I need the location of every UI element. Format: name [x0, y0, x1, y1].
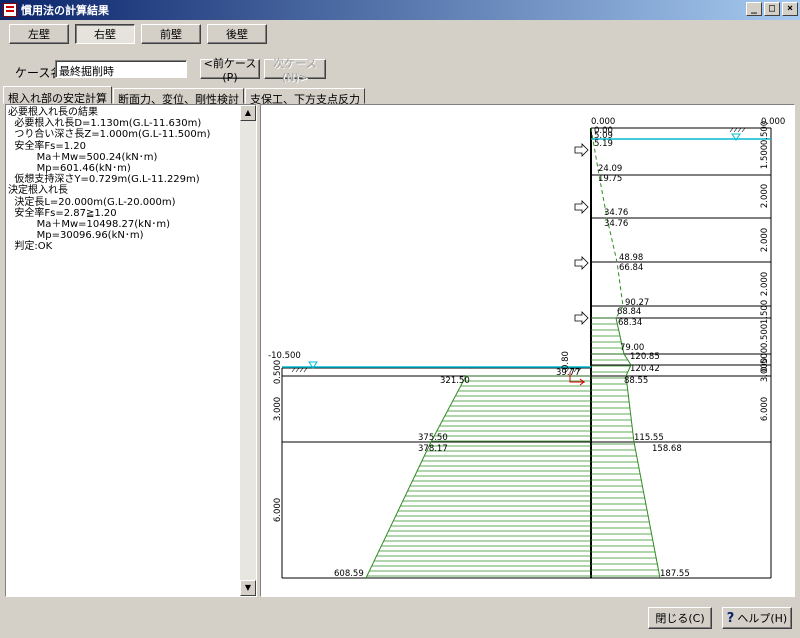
right-dimension-label: 2.000 — [760, 228, 770, 252]
active-pressure-label: 187.55 — [660, 569, 690, 579]
right-wall-button[interactable]: 右壁 — [75, 24, 135, 44]
scroll-up-icon[interactable]: ▲ — [240, 105, 256, 121]
help-button[interactable]: ? ヘルプ(H) — [722, 607, 792, 629]
strut-arrow-icon — [574, 143, 589, 157]
case-name-field[interactable]: 最終掘削時 — [55, 60, 187, 78]
right-dimension-label: 0.500 — [760, 324, 770, 348]
active-pressure-label: 68.34 — [618, 318, 642, 328]
active-pressure-label: 48.98 — [619, 253, 643, 263]
result-line: Mp=601.46(kN･m) — [8, 163, 131, 175]
results-panel: 必要根入れ長の結果 必要根入れ長D=1.130m(G.L-11.630m) つり… — [5, 104, 257, 597]
close-button[interactable]: 閉じる(C) — [648, 607, 712, 629]
passive-pressure-label: 321.50 — [440, 376, 470, 386]
result-line: つり合い深さ長Z=1.000m(G.L-11.500m) — [8, 129, 211, 141]
excavation-level-label: -10.500 — [268, 351, 301, 361]
front-wall-button[interactable]: 前壁 — [141, 24, 201, 44]
tab-section-force[interactable]: 断面力、変位、剛性検討 — [113, 88, 244, 106]
active-pressure-label: 120.42 — [630, 364, 660, 374]
active-pressure-label: 66.84 — [619, 263, 643, 273]
result-line: Ma＋Mw=10498.27(kN･m) — [8, 219, 171, 231]
window-title: 慣用法の計算結果 — [21, 4, 109, 17]
result-line: 必要根入れ長の結果 — [8, 107, 98, 118]
ground-hatch-icon — [303, 367, 308, 373]
result-line: 判定:OK — [8, 241, 53, 253]
passive-pressure-label: 608.59 — [334, 569, 364, 579]
result-line: 安全率Fs=1.20 — [8, 140, 86, 152]
prev-case-button[interactable]: <前ケース(P) — [200, 57, 260, 84]
active-pressure-label: 88.55 — [624, 376, 648, 386]
ground-hatch-icon — [737, 127, 742, 133]
help-icon: ? — [726, 610, 735, 626]
ground-hatch-icon — [741, 127, 746, 133]
passive-pressure-label: 375.50 — [418, 433, 448, 443]
result-line: Mp=30096.96(kN･m) — [8, 230, 144, 242]
result-line: 仮想支持深さY=0.729m(G.L-11.229m) — [8, 174, 200, 186]
left-dimension-label: 6.000 — [273, 498, 283, 522]
ground-hatch-icon — [729, 127, 734, 133]
scroll-down-icon[interactable]: ▼ — [240, 580, 256, 596]
back-wall-button[interactable]: 後壁 — [207, 24, 267, 44]
right-dimension-label: 1.500 — [760, 145, 770, 169]
left-dimension-label: 0.500 — [273, 360, 283, 384]
result-line: 安全率Fs=2.87≧1.20 — [8, 207, 117, 219]
right-dimension-label: 2.000 — [760, 272, 770, 296]
next-case-button[interactable]: 次ケース(N)> — [264, 57, 326, 84]
right-dimension-label: 2.000 — [760, 184, 770, 208]
result-line: Ma＋Mw=500.24(kN･m) — [8, 151, 158, 163]
result-line: 必要根入れ長D=1.130m(G.L-11.630m) — [8, 118, 202, 130]
active-pressure-label: 34.76 — [604, 208, 628, 218]
active-pressure-label: 34.76 — [604, 219, 628, 229]
right-dimension-label: 1.500 — [760, 300, 770, 324]
help-button-label: ヘルプ(H) — [737, 612, 788, 625]
active-pressure-label: 115.55 — [634, 433, 664, 443]
strut-arrow-icon — [574, 311, 589, 325]
left-wall-button[interactable]: 左壁 — [9, 24, 69, 44]
ground-hatch-icon — [299, 367, 304, 373]
results-scrollbar[interactable]: ▲ ▼ — [240, 105, 256, 596]
pressure-diagram: 0.000 0.000-10.5000.5001.5002.0002.0002.0… — [268, 117, 785, 579]
right-dimension-label: 0.500 — [760, 121, 770, 145]
strut-arrow-icon — [574, 256, 589, 270]
close-window-button[interactable]: × — [782, 2, 798, 16]
left-dimension-label: 3.000 — [273, 397, 283, 421]
strut-arrow-icon — [574, 200, 589, 214]
tab-bar: 根入れ部の安定計算 断面力、変位、剛性検討 支保工、下方支点反力 — [3, 86, 366, 106]
ground-hatch-icon — [291, 367, 296, 373]
active-pressure-label: 158.68 — [652, 444, 682, 454]
minimize-button[interactable]: _ — [746, 2, 762, 16]
tab-support-reaction[interactable]: 支保工、下方支点反力 — [245, 88, 365, 106]
result-line: 決定根入れ長 — [8, 185, 68, 197]
result-line: 決定長L=20.000m(G.L-20.000m) — [8, 196, 176, 208]
title-bar: 慣用法の計算結果 _ □ × — [0, 0, 800, 20]
ground-hatch-icon — [733, 127, 738, 133]
passive-pressure-label: 378.17 — [418, 444, 448, 454]
results-text: 必要根入れ長の結果 必要根入れ長D=1.130m(G.L-11.630m) つり… — [8, 107, 240, 253]
maximize-button[interactable]: □ — [764, 2, 780, 16]
misc-label: 39.77 — [556, 368, 580, 378]
ground-hatch-icon — [295, 367, 300, 373]
right-dimension-label: 3.000 — [760, 358, 770, 382]
app-icon — [3, 3, 17, 17]
pressure-diagram-panel: 0.000 0.000 -10.500 0.500 1.500 2.000 2.000 2.0… — [260, 104, 795, 597]
tab-embedment-stability[interactable]: 根入れ部の安定計算 — [3, 86, 112, 105]
active-pressure-label: 5.19 — [594, 139, 613, 149]
active-pressure-label: 24.09 — [598, 164, 622, 174]
active-pressure-label: 68.84 — [617, 307, 641, 317]
active-pressure-label: 120.85 — [630, 352, 660, 362]
right-dimension-label: 6.000 — [760, 397, 770, 421]
active-pressure-label: 19.75 — [598, 174, 622, 184]
